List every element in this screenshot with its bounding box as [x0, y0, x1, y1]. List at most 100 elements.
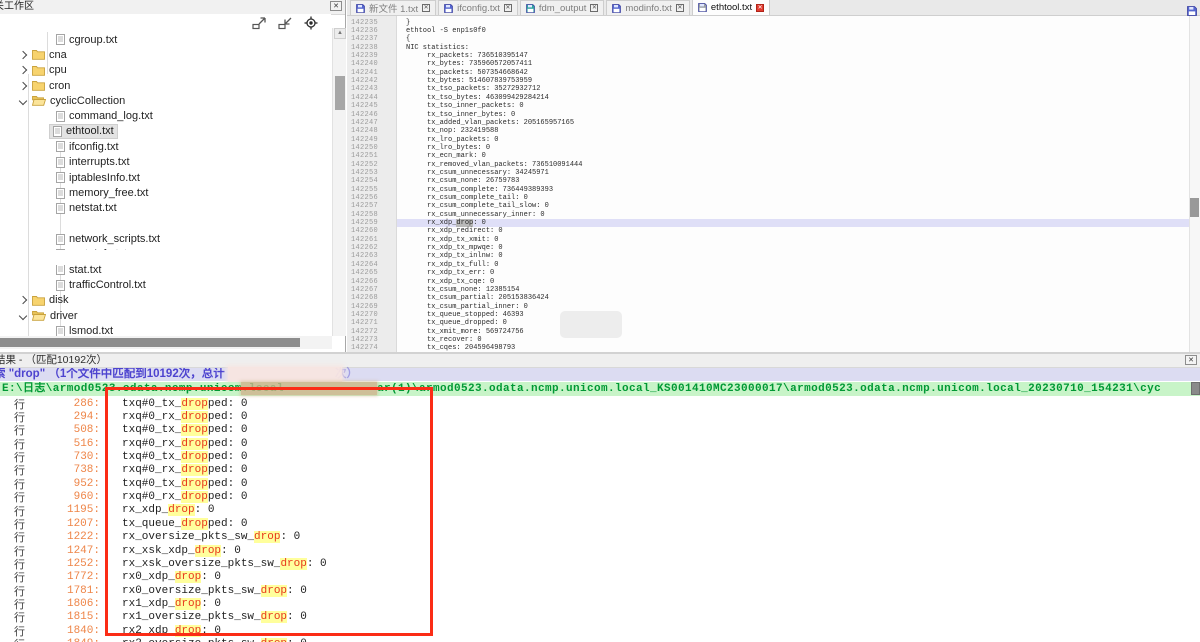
redaction-box-summary: [228, 367, 342, 382]
tab-close-icon[interactable]: ✕: [504, 4, 512, 12]
save-icon: [698, 3, 707, 12]
results-vscroll-thumb[interactable]: [1191, 382, 1200, 395]
result-row[interactable]: 行1781:rx0_oversize_pkts_sw_drop: 0: [0, 584, 1200, 597]
result-row[interactable]: 行730:txq#0_tx_dropped: 0: [0, 450, 1200, 463]
result-row[interactable]: 行1247:rx_xsk_xdp_drop: 0: [0, 544, 1200, 557]
save-icon: [526, 4, 535, 13]
file-icon: [56, 326, 65, 336]
workspace-close-button[interactable]: ✕: [330, 1, 342, 11]
result-row[interactable]: 行960:rxq#0_rx_dropped: 0: [0, 490, 1200, 503]
tree-file-memory_free.txt[interactable]: memory_free.txt: [0, 186, 332, 201]
result-row[interactable]: 行1815:rx1_oversize_pkts_sw_drop: 0: [0, 611, 1200, 624]
tree-file-netstat.txt[interactable]: netstat.txt: [0, 201, 332, 216]
result-row-text: rx1_xdp_drop: 0: [100, 598, 221, 610]
result-row-text: rxq#0_rx_dropped: 0: [100, 411, 247, 423]
result-row-text: rxq#0_rx_dropped: 0: [100, 491, 247, 503]
code-text: rx0_xdp_: [122, 571, 175, 583]
result-row-line-number: 960:: [30, 491, 100, 503]
tab-close-icon[interactable]: ✕: [676, 4, 684, 12]
chevron-right-icon[interactable]: [19, 66, 27, 74]
tab-ifconfig.txt[interactable]: ifconfig.txt✕: [438, 0, 518, 15]
tree-folder-cron[interactable]: cron: [0, 78, 332, 93]
chevron-right-icon[interactable]: [19, 296, 27, 304]
editor-vertical-scrollbar[interactable]: [1189, 16, 1200, 352]
results-close-button[interactable]: ✕: [1185, 355, 1197, 365]
tree-folder-driver[interactable]: driver: [0, 308, 332, 323]
editor-line-text: rx_xdp_drop: 0: [397, 219, 1189, 227]
tree-file-interrupts.txt[interactable]: interrupts.txt: [0, 155, 332, 170]
result-row[interactable]: 行294:rxq#0_rx_dropped: 0: [0, 410, 1200, 423]
result-row[interactable]: 行738:rxq#0_rx_dropped: 0: [0, 464, 1200, 477]
tree-vertical-scrollbar[interactable]: ▲: [332, 28, 346, 336]
code-text: ped: 0: [208, 464, 248, 476]
editor-text-area[interactable]: 142235}142236ethtool -S enp1s0f0142237{1…: [347, 16, 1200, 352]
result-row[interactable]: 行508:txq#0_tx_dropped: 0: [0, 424, 1200, 437]
tab-close-icon[interactable]: ✕: [590, 4, 598, 12]
tree-file-lsmod.txt[interactable]: lsmod.txt: [0, 324, 332, 336]
editor-line-text: tx_added_vlan_packets: 205165957165: [397, 119, 1189, 127]
chevron-down-icon[interactable]: [19, 97, 27, 105]
tab-modinfo.txt[interactable]: modinfo.txt✕: [606, 0, 689, 15]
tree-file-iptablesInfo.txt[interactable]: iptablesInfo.txt: [0, 170, 332, 185]
tab-label: ethtool.txt: [711, 2, 752, 13]
tree-file-trafficControl.txt[interactable]: trafficControl.txt: [0, 278, 332, 293]
tree-file-network_scripts.txt[interactable]: network_scripts.txt: [0, 232, 332, 247]
editor-line-text: rx_bytes: 735960572057411: [397, 60, 1189, 68]
editor-line-text: rx_xdp_redirect: 0: [397, 227, 1189, 235]
tree-item-label: command_log.txt: [69, 110, 153, 122]
tab--1.txt[interactable]: 新文件 1.txt✕: [350, 0, 436, 15]
editor-line: 142261 rx_xdp_tx_xmit: 0: [347, 236, 1189, 244]
locate-file-icon[interactable]: [303, 16, 319, 30]
result-row[interactable]: 行952:txq#0_tx_dropped: 0: [0, 477, 1200, 490]
editor-line-text: tx_tso_inner_packets: 0: [397, 102, 1189, 110]
result-row[interactable]: 行1806:rx1_xdp_drop: 0: [0, 597, 1200, 610]
result-row[interactable]: 行516:rxq#0_rx_dropped: 0: [0, 437, 1200, 450]
result-row[interactable]: 行1207:tx_queue_dropped: 0: [0, 517, 1200, 530]
chevron-right-icon[interactable]: [19, 81, 27, 89]
tree-selected-item[interactable]: ethtool.txt: [50, 125, 117, 138]
editor-line-number: 142271: [347, 319, 397, 327]
tree-item-label: ifconfig.txt: [69, 141, 119, 153]
code-text: rx_oversize_pkts_sw_: [122, 531, 254, 543]
editor-line-number: 142249: [347, 136, 397, 144]
tree-hscroll-thumb[interactable]: [0, 338, 300, 347]
editor-line-text: rx_csum_complete_tail_slow: 0: [397, 202, 1189, 210]
result-row[interactable]: 行1252:rx_xsk_oversize_pkts_sw_drop: 0: [0, 557, 1200, 570]
tree-horizontal-scrollbar[interactable]: [0, 336, 332, 349]
editor-line: 142239 rx_packets: 736510395147: [347, 52, 1189, 60]
tree-file-ifconfig.txt[interactable]: ifconfig.txt: [0, 139, 332, 154]
tree-vscroll-thumb[interactable]: [335, 76, 345, 110]
expand-all-icon[interactable]: [251, 16, 267, 30]
editor-line: 142255 rx_csum_complete: 736449389393: [347, 186, 1189, 194]
tree-folder-disk[interactable]: disk: [0, 293, 332, 308]
result-row[interactable]: 行286:txq#0_tx_dropped: 0: [0, 397, 1200, 410]
tab-ethtool.txt[interactable]: ethtool.txt ✕: [692, 0, 770, 15]
tab-close-icon[interactable]: ✕: [422, 4, 430, 12]
result-row[interactable]: 行1195:rx_xdp_drop: 0: [0, 504, 1200, 517]
result-row-line-number: 952:: [30, 478, 100, 490]
tab-close-icon[interactable]: ✕: [756, 4, 764, 12]
collapse-all-icon[interactable]: [277, 16, 293, 30]
code-text: ped: 0: [208, 424, 248, 436]
scroll-up-arrow-icon[interactable]: ▲: [334, 28, 346, 39]
result-row[interactable]: 行1222:rx_oversize_pkts_sw_drop: 0: [0, 531, 1200, 544]
tree-folder-cna[interactable]: cna: [0, 47, 332, 62]
chevron-down-icon[interactable]: [19, 312, 27, 320]
chevron-right-icon[interactable]: [19, 51, 27, 59]
editor-vscroll-thumb[interactable]: [1190, 198, 1199, 217]
app-window: { "workspace": { "title": "关工作区", "tools…: [0, 0, 1200, 640]
result-row[interactable]: 行1840:rx2_xdp_drop: 0: [0, 624, 1200, 637]
code-text: rx1_xdp_: [122, 598, 175, 610]
tree-file-ethtool.txt[interactable]: ethtool.txt: [0, 124, 332, 139]
editor-line-text: tx_packets: 507354668642: [397, 69, 1189, 77]
tree-file-cgroup.txt[interactable]: cgroup.txt: [0, 32, 332, 47]
file-icon: [56, 172, 65, 183]
editor-line: 142241 tx_packets: 507354668642: [347, 69, 1189, 77]
tree-folder-cyclicCollection[interactable]: cyclicCollection: [0, 93, 332, 108]
result-row[interactable]: 行1772:rx0_xdp_drop: 0: [0, 571, 1200, 584]
tree-file-command_log.txt[interactable]: command_log.txt: [0, 109, 332, 124]
editor-line: 142246 tx_tso_inner_bytes: 0: [347, 110, 1189, 118]
tab-fdm_output[interactable]: fdm_output✕: [520, 0, 605, 15]
tree-folder-cpu[interactable]: cpu: [0, 63, 332, 78]
editor-line-text: rx_csum_unnecessary_inner: 0: [397, 211, 1189, 219]
